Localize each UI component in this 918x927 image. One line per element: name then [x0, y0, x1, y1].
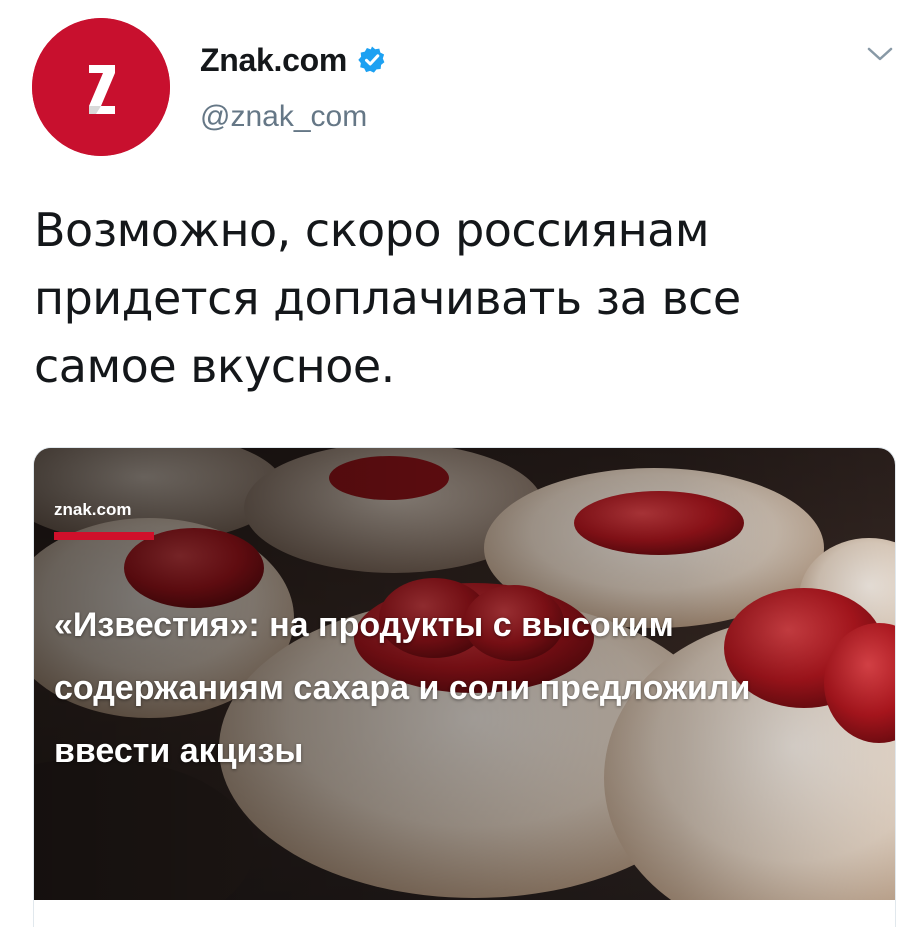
display-name[interactable]: Znak.com	[200, 42, 347, 79]
card-brand: znak.com	[54, 500, 132, 519]
card-title[interactable]: «Известия»: на продукты с высоким содерж…	[54, 594, 854, 783]
link-card[interactable]: znak.com «Известия»: на продукты с высок…	[33, 447, 896, 927]
user-handle[interactable]: @znak_com	[200, 100, 367, 134]
chevron-down-icon[interactable]	[866, 42, 894, 66]
znak-logo-icon	[32, 18, 170, 156]
tweet-text: Возможно, скоро россиянам придется допла…	[34, 203, 741, 393]
display-name-row: Znak.com	[200, 38, 387, 82]
verified-check-icon	[357, 45, 387, 75]
tweet-header: Znak.com @znak_com	[0, 0, 918, 170]
avatar[interactable]	[32, 18, 170, 156]
card-image[interactable]: znak.com «Известия»: на продукты с высок…	[34, 448, 895, 900]
brand-underline	[54, 532, 154, 540]
